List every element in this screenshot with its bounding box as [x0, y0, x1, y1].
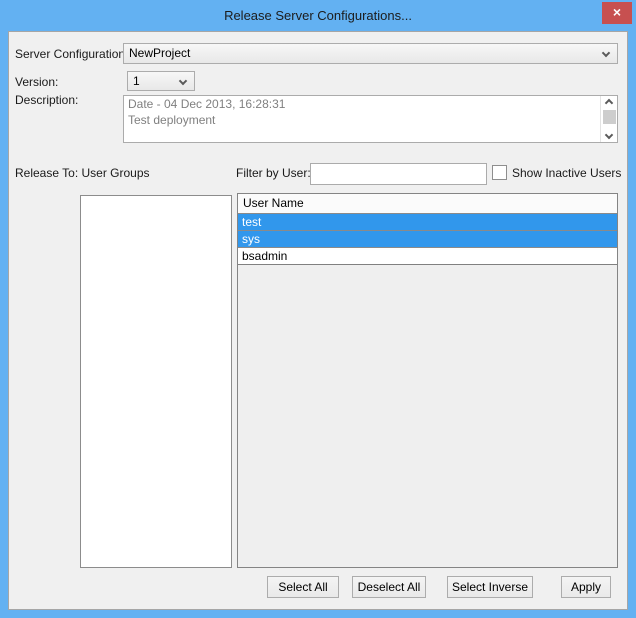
deselect-all-button[interactable]: Deselect All — [352, 576, 426, 598]
description-line-2: Test deployment — [124, 112, 617, 128]
dialog-title: Release Server Configurations... — [0, 8, 636, 23]
release-to-label: Release To: User Groups — [15, 166, 150, 180]
scroll-down-button[interactable] — [601, 128, 618, 142]
table-row[interactable]: sys — [238, 231, 617, 248]
table-row[interactable]: bsadmin — [238, 248, 617, 265]
version-dropdown[interactable]: 1 — [127, 71, 195, 91]
version-label: Version: — [15, 75, 58, 89]
user-groups-list[interactable] — [80, 195, 232, 568]
chevron-down-icon — [602, 49, 610, 57]
description-label: Description: — [15, 93, 78, 107]
server-configuration-dropdown[interactable]: NewProject — [123, 43, 618, 64]
show-inactive-users-label: Show Inactive Users — [512, 166, 621, 180]
close-icon: × — [613, 4, 621, 20]
select-all-button[interactable]: Select All — [267, 576, 339, 598]
user-table[interactable]: User Name test sys bsadmin — [237, 193, 618, 568]
apply-button[interactable]: Apply — [561, 576, 611, 598]
table-row[interactable]: test — [238, 214, 617, 231]
show-inactive-users-checkbox[interactable] — [492, 165, 507, 180]
title-bar[interactable]: Release Server Configurations... × — [0, 0, 636, 31]
chevron-down-icon — [179, 77, 187, 85]
user-name-column-header[interactable]: User Name — [238, 194, 617, 214]
server-configuration-label: Server Configuration: — [15, 47, 128, 61]
chevron-down-icon — [605, 131, 613, 139]
description-textarea[interactable]: Date - 04 Dec 2013, 16:28:31 Test deploy… — [123, 95, 618, 143]
server-configuration-value: NewProject — [129, 46, 190, 60]
scroll-up-button[interactable] — [601, 96, 618, 110]
scrollbar-thumb[interactable] — [603, 110, 616, 124]
description-line-1: Date - 04 Dec 2013, 16:28:31 — [124, 96, 617, 112]
select-inverse-button[interactable]: Select Inverse — [447, 576, 533, 598]
chevron-up-icon — [605, 99, 613, 107]
close-button[interactable]: × — [602, 2, 632, 24]
version-value: 1 — [133, 74, 140, 88]
dialog-content: Server Configuration: NewProject Version… — [8, 31, 628, 610]
filter-by-user-input[interactable] — [310, 163, 487, 185]
description-scrollbar[interactable] — [600, 96, 617, 142]
release-server-configurations-dialog: Release Server Configurations... × Serve… — [0, 0, 636, 618]
filter-by-user-label: Filter by User: — [236, 166, 311, 180]
